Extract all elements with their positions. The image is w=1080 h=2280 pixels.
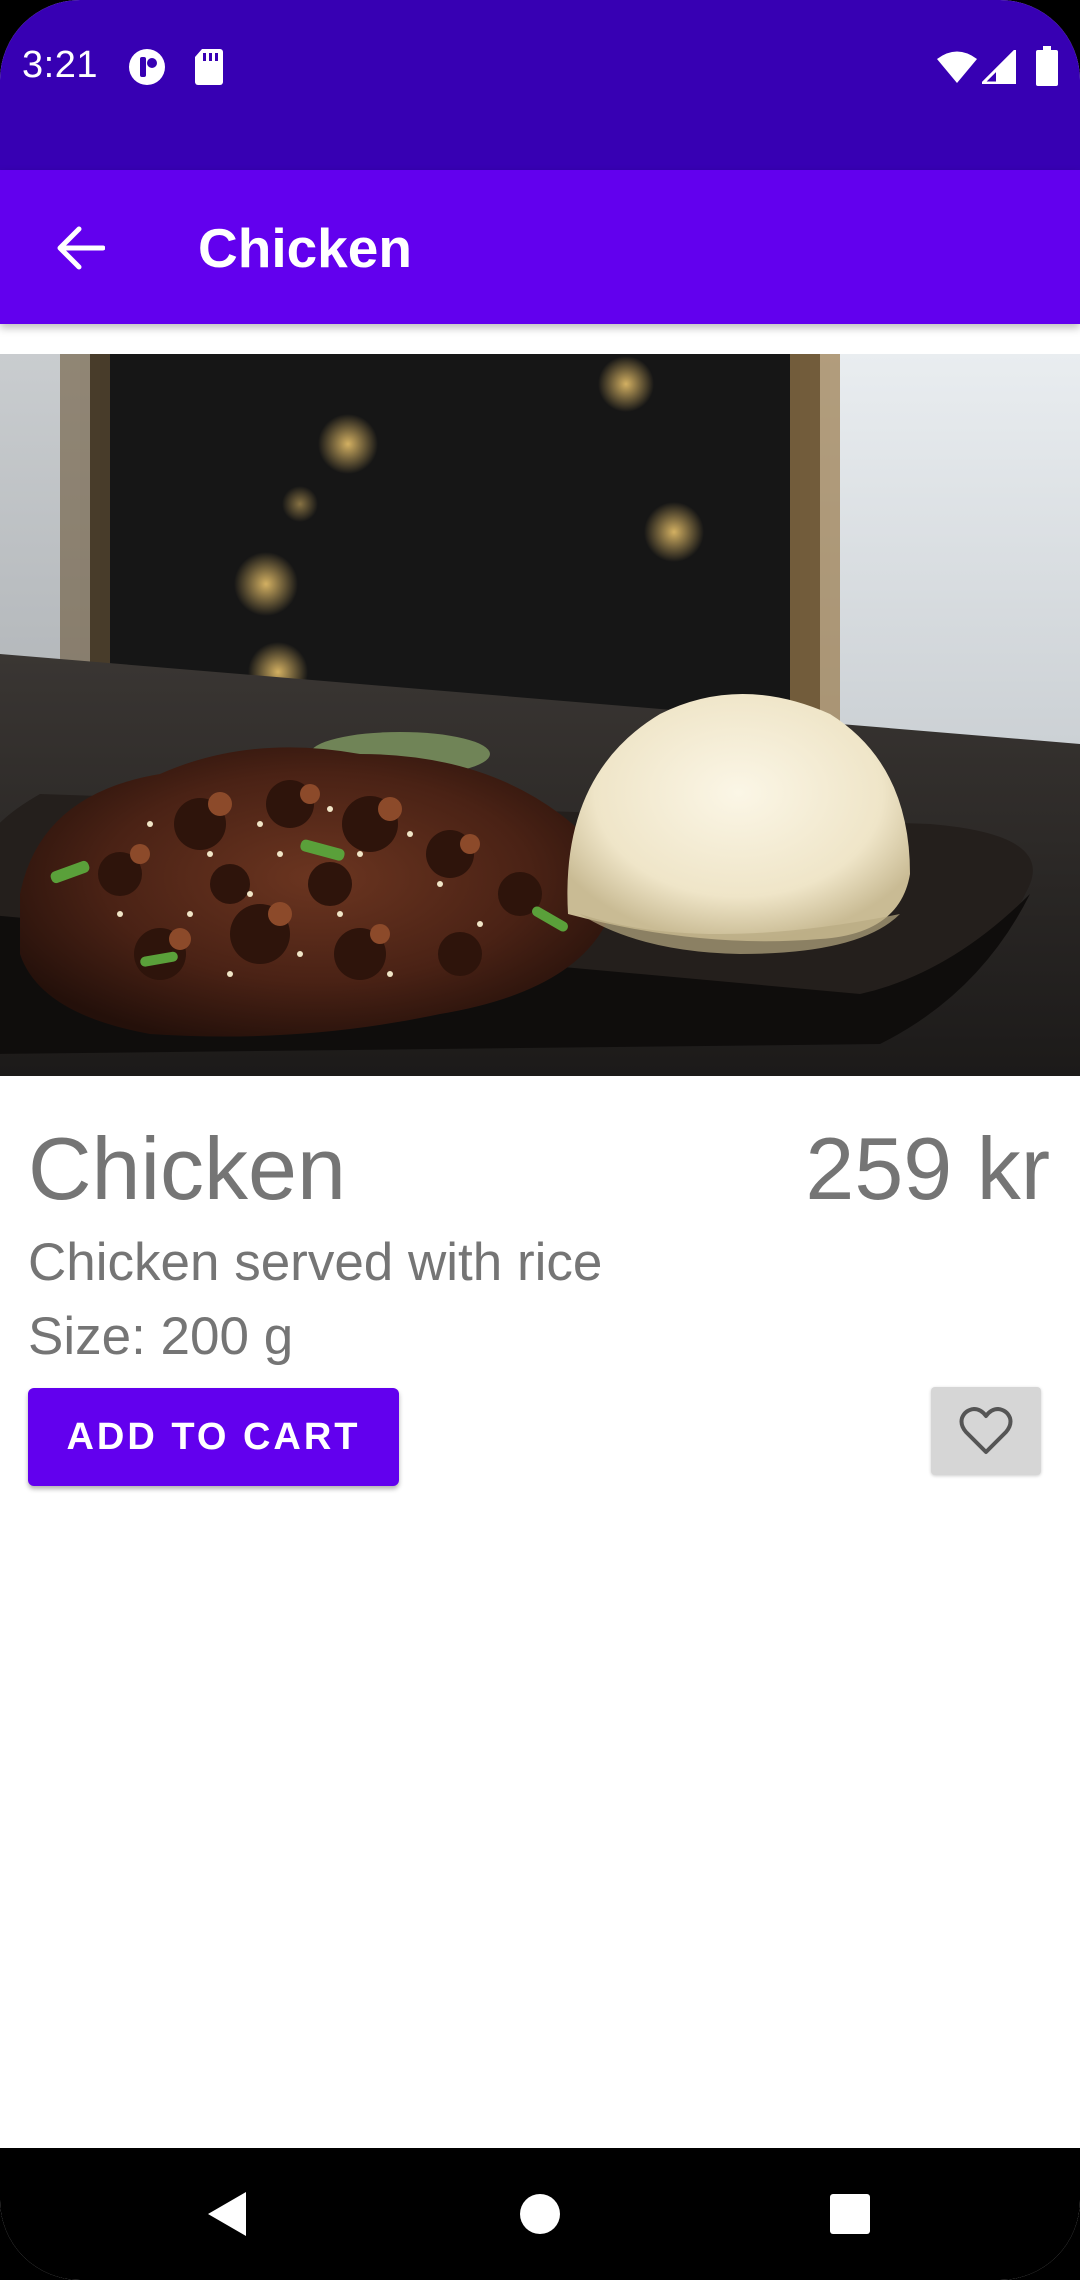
cellular-signal-icon bbox=[979, 47, 1017, 89]
favorite-button[interactable] bbox=[931, 1387, 1041, 1475]
home-circle-icon bbox=[520, 2194, 560, 2234]
phone-screen: 3:21 Chicken Chicken 259 kr Chicken serv… bbox=[0, 0, 1080, 2280]
nav-home-button[interactable] bbox=[504, 2178, 576, 2250]
battery-icon bbox=[1036, 46, 1058, 91]
product-name: Chicken bbox=[28, 1119, 346, 1218]
nav-back-button[interactable] bbox=[190, 2178, 262, 2250]
back-triangle-icon bbox=[208, 2192, 246, 2236]
product-price: 259 kr bbox=[805, 1119, 1050, 1218]
status-time: 3:21 bbox=[22, 44, 98, 86]
back-button[interactable] bbox=[40, 208, 120, 288]
product-image bbox=[0, 354, 1080, 1076]
product-description: Chicken served with rice bbox=[28, 1233, 603, 1292]
recents-square-icon bbox=[830, 2194, 870, 2234]
notification-app-icon bbox=[128, 48, 166, 91]
app-bar-title: Chicken bbox=[198, 217, 412, 279]
nav-recents-button[interactable] bbox=[814, 2178, 886, 2250]
arrow-left-icon bbox=[57, 226, 105, 270]
system-navigation-bar bbox=[0, 2148, 1080, 2280]
product-size: Size: 200 g bbox=[28, 1307, 294, 1366]
wifi-icon bbox=[936, 50, 978, 89]
app-bar: Chicken bbox=[0, 170, 1080, 324]
add-to-cart-button[interactable]: ADD TO CART bbox=[28, 1388, 399, 1486]
heart-outline-icon bbox=[959, 1407, 1013, 1454]
sd-card-icon bbox=[194, 48, 224, 91]
status-bar: 3:21 bbox=[0, 0, 1080, 170]
